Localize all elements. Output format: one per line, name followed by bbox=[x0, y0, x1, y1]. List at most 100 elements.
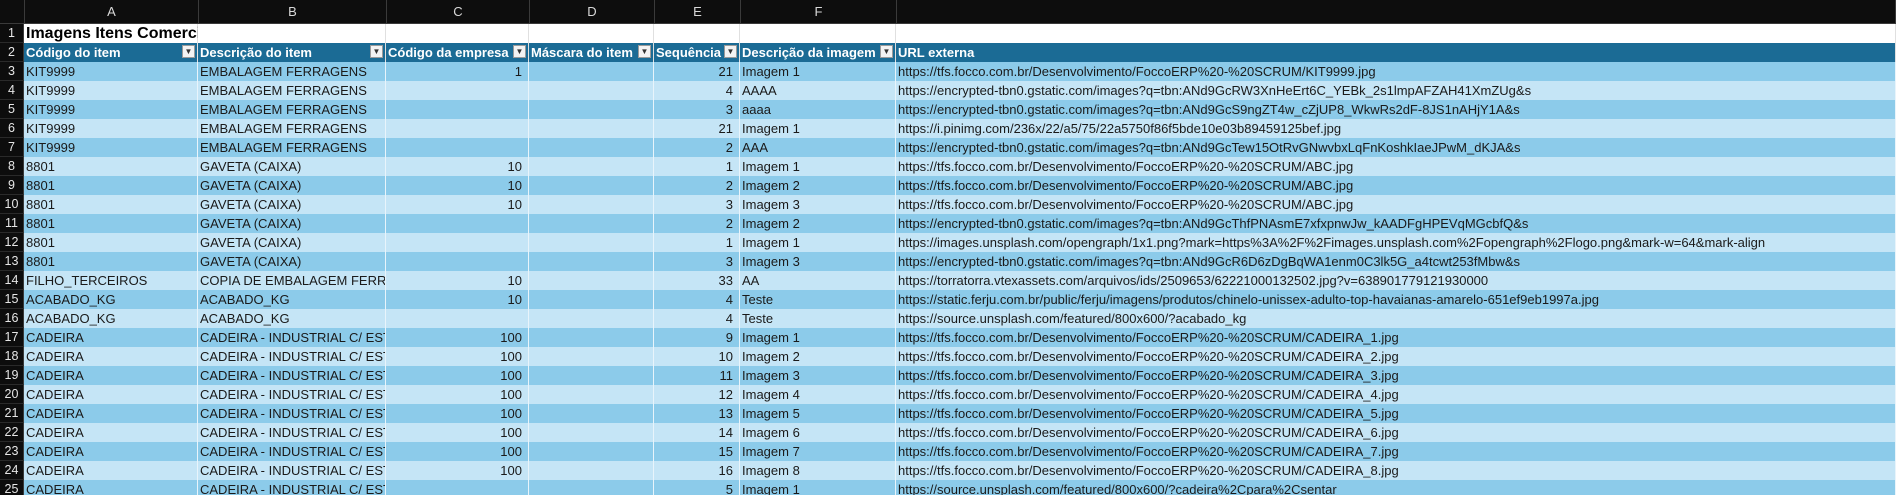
row-number[interactable]: 21 bbox=[0, 404, 24, 423]
cell-descricao-imagem[interactable]: Teste bbox=[740, 309, 896, 328]
cell-codigo-item[interactable]: CADEIRA bbox=[24, 366, 198, 385]
cell-codigo-empresa[interactable]: 100 bbox=[386, 442, 529, 461]
cell-codigo-empresa[interactable] bbox=[386, 480, 529, 495]
cell-mascara-item[interactable] bbox=[529, 328, 654, 347]
cell-sequencia[interactable]: 3 bbox=[654, 100, 740, 119]
cell[interactable] bbox=[529, 24, 654, 43]
cell-descricao-item[interactable]: CADEIRA - INDUSTRIAL C/ ESTR bbox=[198, 480, 386, 495]
cell-mascara-item[interactable] bbox=[529, 461, 654, 480]
row-number[interactable]: 15 bbox=[0, 290, 24, 309]
row-number[interactable]: 3 bbox=[0, 62, 24, 81]
cell-mascara-item[interactable] bbox=[529, 252, 654, 271]
cell-descricao-imagem[interactable]: Imagem 3 bbox=[740, 366, 896, 385]
cell-descricao-imagem[interactable]: Imagem 3 bbox=[740, 252, 896, 271]
row-number[interactable]: 19 bbox=[0, 366, 24, 385]
cell-codigo-item[interactable]: ACABADO_KG bbox=[24, 309, 198, 328]
cell-url-externa[interactable]: https://source.unsplash.com/featured/800… bbox=[896, 309, 1896, 328]
cell-descricao-item[interactable]: COPIA DE EMBALAGEM FERRAGENS bbox=[198, 271, 386, 290]
cell-url-externa[interactable]: https://tfs.focco.com.br/Desenvolvimento… bbox=[896, 442, 1896, 461]
cell-codigo-empresa[interactable]: 100 bbox=[386, 404, 529, 423]
cell-descricao-imagem[interactable]: AAA bbox=[740, 138, 896, 157]
cell-url-externa[interactable]: https://tfs.focco.com.br/Desenvolvimento… bbox=[896, 195, 1896, 214]
cell-sequencia[interactable]: 2 bbox=[654, 176, 740, 195]
cell-codigo-empresa[interactable] bbox=[386, 214, 529, 233]
cell-descricao-imagem[interactable]: Imagem 2 bbox=[740, 347, 896, 366]
cell-codigo-item[interactable]: 8801 bbox=[24, 233, 198, 252]
cell-mascara-item[interactable] bbox=[529, 233, 654, 252]
select-all-corner[interactable] bbox=[0, 0, 25, 23]
cell-mascara-item[interactable] bbox=[529, 480, 654, 495]
cell-codigo-item[interactable]: KIT9999 bbox=[24, 81, 198, 100]
cell-codigo-item[interactable]: KIT9999 bbox=[24, 138, 198, 157]
cell-descricao-item[interactable]: GAVETA (CAIXA) bbox=[198, 195, 386, 214]
row-number[interactable]: 22 bbox=[0, 423, 24, 442]
cell-sequencia[interactable]: 11 bbox=[654, 366, 740, 385]
cell-codigo-item[interactable]: CADEIRA bbox=[24, 404, 198, 423]
cell-codigo-item[interactable]: CADEIRA bbox=[24, 328, 198, 347]
cell-sequencia[interactable]: 4 bbox=[654, 81, 740, 100]
cell-mascara-item[interactable] bbox=[529, 385, 654, 404]
cell-sequencia[interactable]: 4 bbox=[654, 290, 740, 309]
cell-descricao-imagem[interactable]: Imagem 5 bbox=[740, 404, 896, 423]
cell-url-externa[interactable]: https://static.ferju.com.br/public/ferju… bbox=[896, 290, 1896, 309]
row-number[interactable]: 4 bbox=[0, 81, 24, 100]
dropdown-arrow-icon[interactable]: ▼ bbox=[182, 45, 195, 58]
cell-codigo-item[interactable]: 8801 bbox=[24, 195, 198, 214]
column-header-d[interactable]: D bbox=[530, 0, 655, 23]
column-header-a[interactable]: A bbox=[25, 0, 199, 23]
cell-codigo-empresa[interactable]: 1 bbox=[386, 62, 529, 81]
cell-descricao-imagem[interactable]: Imagem 4 bbox=[740, 385, 896, 404]
cell[interactable] bbox=[740, 24, 896, 43]
cell-url-externa[interactable]: https://tfs.focco.com.br/Desenvolvimento… bbox=[896, 461, 1896, 480]
cell-codigo-empresa[interactable] bbox=[386, 252, 529, 271]
cell-sequencia[interactable]: 14 bbox=[654, 423, 740, 442]
row-number[interactable]: 23 bbox=[0, 442, 24, 461]
cell-descricao-item[interactable]: GAVETA (CAIXA) bbox=[198, 157, 386, 176]
column-header-f[interactable]: F bbox=[741, 0, 897, 23]
cell-codigo-item[interactable]: ACABADO_KG bbox=[24, 290, 198, 309]
cell-descricao-item[interactable]: CADEIRA - INDUSTRIAL C/ ESTR bbox=[198, 442, 386, 461]
column-header-c[interactable]: C bbox=[387, 0, 530, 23]
cell-descricao-imagem[interactable]: Imagem 3 bbox=[740, 195, 896, 214]
cell-descricao-item[interactable]: CADEIRA - INDUSTRIAL C/ ESTR bbox=[198, 347, 386, 366]
sheet-title[interactable]: Imagens Itens Comerciais bbox=[24, 24, 223, 43]
cell-codigo-item[interactable]: CADEIRA bbox=[24, 385, 198, 404]
cell-descricao-item[interactable]: GAVETA (CAIXA) bbox=[198, 214, 386, 233]
cell-codigo-empresa[interactable] bbox=[386, 309, 529, 328]
cell-codigo-item[interactable]: 8801 bbox=[24, 157, 198, 176]
dropdown-arrow-icon[interactable]: ▼ bbox=[513, 45, 526, 58]
row-number[interactable]: 17 bbox=[0, 328, 24, 347]
cell-descricao-item[interactable]: CADEIRA - INDUSTRIAL C/ ESTR bbox=[198, 328, 386, 347]
cell-descricao-imagem[interactable]: Imagem 2 bbox=[740, 176, 896, 195]
cell-codigo-empresa[interactable]: 10 bbox=[386, 195, 529, 214]
cell-codigo-empresa[interactable]: 10 bbox=[386, 176, 529, 195]
dropdown-arrow-icon[interactable]: ▼ bbox=[724, 45, 737, 58]
header-mascara-item[interactable]: Máscara do item ▼ bbox=[529, 43, 654, 62]
row-number[interactable]: 9 bbox=[0, 176, 24, 195]
cell-descricao-imagem[interactable]: Imagem 1 bbox=[740, 480, 896, 495]
cell-descricao-item[interactable]: EMBALAGEM FERRAGENS bbox=[198, 62, 386, 81]
row-number[interactable]: 7 bbox=[0, 138, 24, 157]
cell[interactable] bbox=[896, 24, 1896, 43]
cell-sequencia[interactable]: 12 bbox=[654, 385, 740, 404]
row-number[interactable]: 2 bbox=[0, 43, 24, 62]
cell-codigo-item[interactable]: KIT9999 bbox=[24, 62, 198, 81]
cell-descricao-imagem[interactable]: Imagem 1 bbox=[740, 157, 896, 176]
cell-descricao-item[interactable]: GAVETA (CAIXA) bbox=[198, 233, 386, 252]
cell-descricao-item[interactable]: EMBALAGEM FERRAGENS bbox=[198, 81, 386, 100]
cell-descricao-item[interactable]: CADEIRA - INDUSTRIAL C/ ESTR bbox=[198, 404, 386, 423]
dropdown-arrow-icon[interactable]: ▼ bbox=[370, 45, 383, 58]
cell-codigo-item[interactable]: FILHO_TERCEIROS bbox=[24, 271, 198, 290]
cell-descricao-imagem[interactable]: Imagem 8 bbox=[740, 461, 896, 480]
cell-codigo-empresa[interactable] bbox=[386, 119, 529, 138]
cell-codigo-item[interactable]: 8801 bbox=[24, 176, 198, 195]
cell-descricao-item[interactable]: CADEIRA - INDUSTRIAL C/ ESTR bbox=[198, 385, 386, 404]
cell-codigo-empresa[interactable]: 100 bbox=[386, 328, 529, 347]
cell-mascara-item[interactable] bbox=[529, 290, 654, 309]
cell-sequencia[interactable]: 4 bbox=[654, 309, 740, 328]
cell-mascara-item[interactable] bbox=[529, 271, 654, 290]
cell-codigo-item[interactable]: CADEIRA bbox=[24, 480, 198, 495]
column-header-e[interactable]: E bbox=[655, 0, 741, 23]
cell-url-externa[interactable]: https://tfs.focco.com.br/Desenvolvimento… bbox=[896, 404, 1896, 423]
cell-codigo-empresa[interactable]: 100 bbox=[386, 347, 529, 366]
